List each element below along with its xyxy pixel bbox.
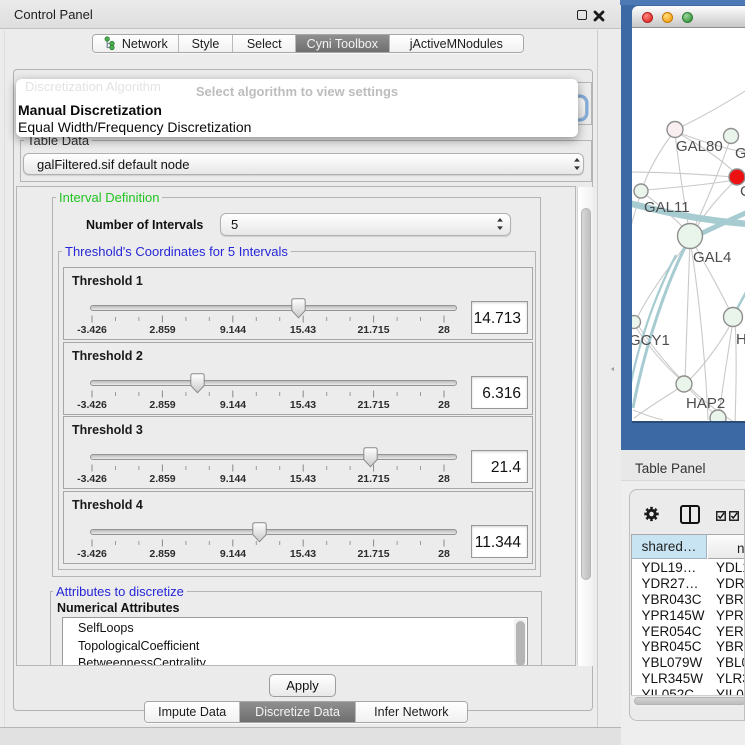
svg-text:HAP2: HAP2 xyxy=(686,395,725,412)
svg-text:H: H xyxy=(736,331,745,348)
svg-text:C: C xyxy=(740,183,745,200)
svg-text:GAL4: GAL4 xyxy=(693,249,731,266)
svg-text:GAL11: GAL11 xyxy=(644,199,690,216)
svg-text:G.: G. xyxy=(735,145,745,162)
svg-text:GCY1: GCY1 xyxy=(632,332,670,349)
svg-text:GAL80: GAL80 xyxy=(676,138,723,155)
